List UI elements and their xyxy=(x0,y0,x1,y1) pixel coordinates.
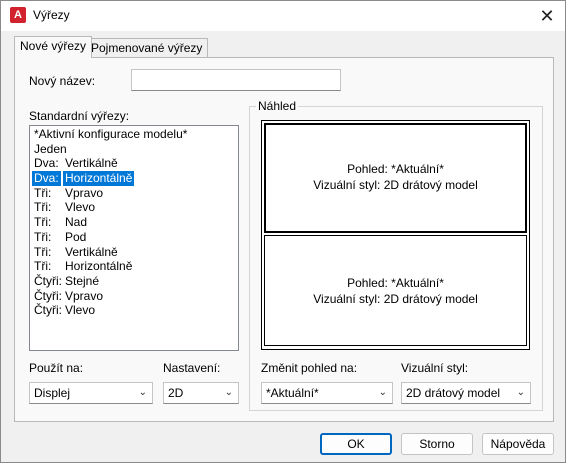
list-item-detail: Vpravo xyxy=(65,185,104,200)
chevron-down-icon: ⌄ xyxy=(378,387,387,398)
list-item-detail: Vertikálně xyxy=(65,156,118,171)
autocad-app-icon: A xyxy=(10,7,26,23)
list-item-detail: Stejné xyxy=(65,273,100,288)
list-item-name: Tři: xyxy=(34,215,52,230)
apply-to-label: Použít na: xyxy=(29,361,84,375)
cancel-button[interactable]: Storno xyxy=(401,433,473,455)
list-item[interactable]: Tři: Vlevo xyxy=(32,200,236,215)
new-name-label: Nový název: xyxy=(29,74,96,88)
list-item[interactable]: Čtyři: Vlevo xyxy=(32,303,236,318)
list-item-detail: Vpravo xyxy=(65,288,104,303)
list-item[interactable]: Tři: Nad xyxy=(32,215,236,230)
setup-select[interactable]: 2D ⌄ xyxy=(163,382,239,404)
visual-style-label: Vizuální styl: xyxy=(401,361,469,375)
change-view-value: *Aktuální* xyxy=(266,386,319,400)
close-icon: ✕ xyxy=(539,6,555,26)
tab-named-viewports[interactable]: Pojmenované výřezy xyxy=(85,38,209,58)
new-name-input[interactable] xyxy=(131,69,341,91)
list-item-name: Dva: xyxy=(32,171,61,186)
window-title: Výřezy xyxy=(33,8,70,22)
list-item-detail: Vlevo xyxy=(65,303,96,318)
standard-viewports-list[interactable]: *Aktivní konfigurace modelu* Jeden Dva: Ver… xyxy=(29,125,239,351)
list-item[interactable]: Dva: Vertikálně xyxy=(32,156,236,171)
preview-pane-top[interactable]: Pohled: *Aktuální* Vizuální styl: 2D drá… xyxy=(264,123,527,233)
chevron-down-icon: ⌄ xyxy=(516,387,525,398)
list-item[interactable]: Tři: Pod xyxy=(32,230,236,245)
close-button[interactable]: ✕ xyxy=(533,3,561,29)
visual-style-value: 2D drátový model xyxy=(406,386,501,400)
preview-area: Pohled: *Aktuální* Vizuální styl: 2D drá… xyxy=(261,120,530,350)
list-item-detail: Pod xyxy=(65,229,87,244)
list-item[interactable]: Tři: Vpravo xyxy=(32,186,236,201)
list-item[interactable]: Čtyři: Vpravo xyxy=(32,289,236,304)
apply-to-value: Displej xyxy=(34,386,71,400)
list-item-name: Tři: xyxy=(34,200,52,215)
chevron-down-icon: ⌄ xyxy=(138,387,147,398)
ok-button[interactable]: OK xyxy=(320,433,392,455)
list-item-name: Tři: xyxy=(34,229,52,244)
chevron-down-icon: ⌄ xyxy=(224,387,233,398)
change-view-label: Změnit pohled na: xyxy=(261,361,358,375)
pane-style-text: Vizuální styl: 2D drátový model xyxy=(313,292,478,306)
list-item-detail: Horizontálně xyxy=(65,259,133,274)
list-item-name: Tři: xyxy=(34,244,52,259)
list-item[interactable]: Tři: Horizontálně xyxy=(32,259,236,274)
apply-to-select[interactable]: Displej ⌄ xyxy=(29,382,153,404)
pane-view-text: Pohled: *Aktuální* xyxy=(347,276,444,290)
list-item-detail: Nad xyxy=(65,215,88,230)
change-view-select[interactable]: *Aktuální* ⌄ xyxy=(261,382,393,404)
list-item-name: Čtyři: xyxy=(34,288,62,303)
preview-pane-bottom[interactable]: Pohled: *Aktuální* Vizuální styl: 2D drá… xyxy=(264,235,527,346)
viewports-dialog: A Výřezy ✕ Nové výřezy Pojmenované výřez… xyxy=(0,0,566,463)
list-item[interactable]: Dva: Horizontálně xyxy=(32,171,236,186)
tab-new-viewports[interactable]: Nové výřezy xyxy=(14,36,93,58)
list-item-detail: Vertikálně xyxy=(65,244,118,259)
preview-label: Náhled xyxy=(256,99,299,113)
list-item-detail: Horizontálně xyxy=(63,171,135,186)
pane-style-text: Vizuální styl: 2D drátový model xyxy=(313,178,478,192)
setup-label: Nastavení: xyxy=(163,361,221,375)
list-item-name: *Aktivní konfigurace modelu* xyxy=(34,127,188,141)
list-item-name: Dva: xyxy=(34,156,59,171)
setup-value: 2D xyxy=(168,386,184,400)
list-item-name: Čtyři: xyxy=(34,273,62,288)
list-item[interactable]: Tři: Vertikálně xyxy=(32,245,236,260)
list-item[interactable]: Čtyři: Stejné xyxy=(32,274,236,289)
list-item-name: Jeden xyxy=(34,141,67,156)
list-item[interactable]: Jeden xyxy=(32,142,236,157)
list-item-name: Tři: xyxy=(34,259,52,274)
list-item[interactable]: *Aktivní konfigurace modelu* xyxy=(32,127,236,142)
visual-style-select[interactable]: 2D drátový model ⌄ xyxy=(401,382,531,404)
list-item-name: Čtyři: xyxy=(34,303,62,318)
title-bar: A Výřezy ✕ xyxy=(1,1,565,31)
standard-viewports-label: Standardní výřezy: xyxy=(29,109,130,123)
list-item-detail: Vlevo xyxy=(65,200,96,215)
pane-view-text: Pohled: *Aktuální* xyxy=(347,162,444,176)
help-button[interactable]: Nápověda xyxy=(482,433,554,455)
list-item-name: Tři: xyxy=(34,185,52,200)
